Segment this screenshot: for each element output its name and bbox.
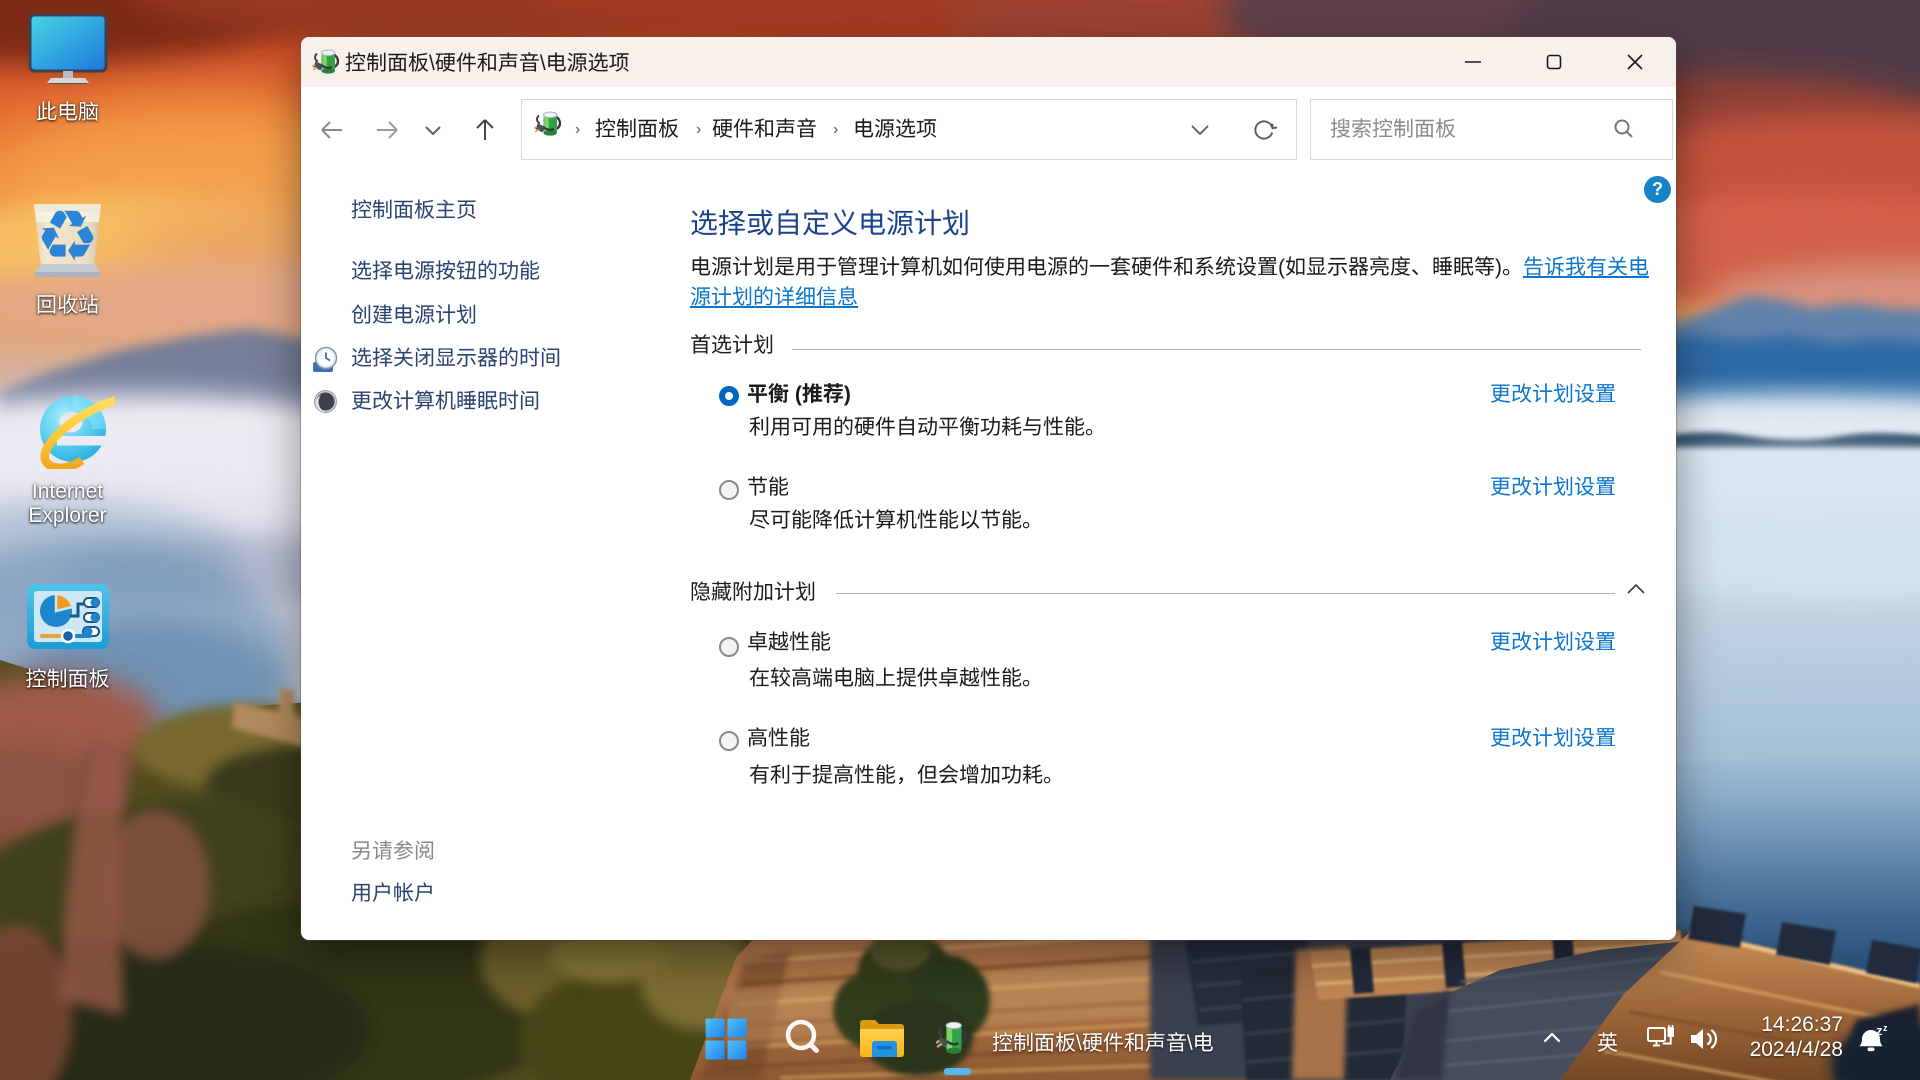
svg-text:z: z <box>1876 1024 1883 1038</box>
svg-text:♻: ♻ <box>41 198 95 271</box>
svg-text:z: z <box>1883 1024 1888 1033</box>
